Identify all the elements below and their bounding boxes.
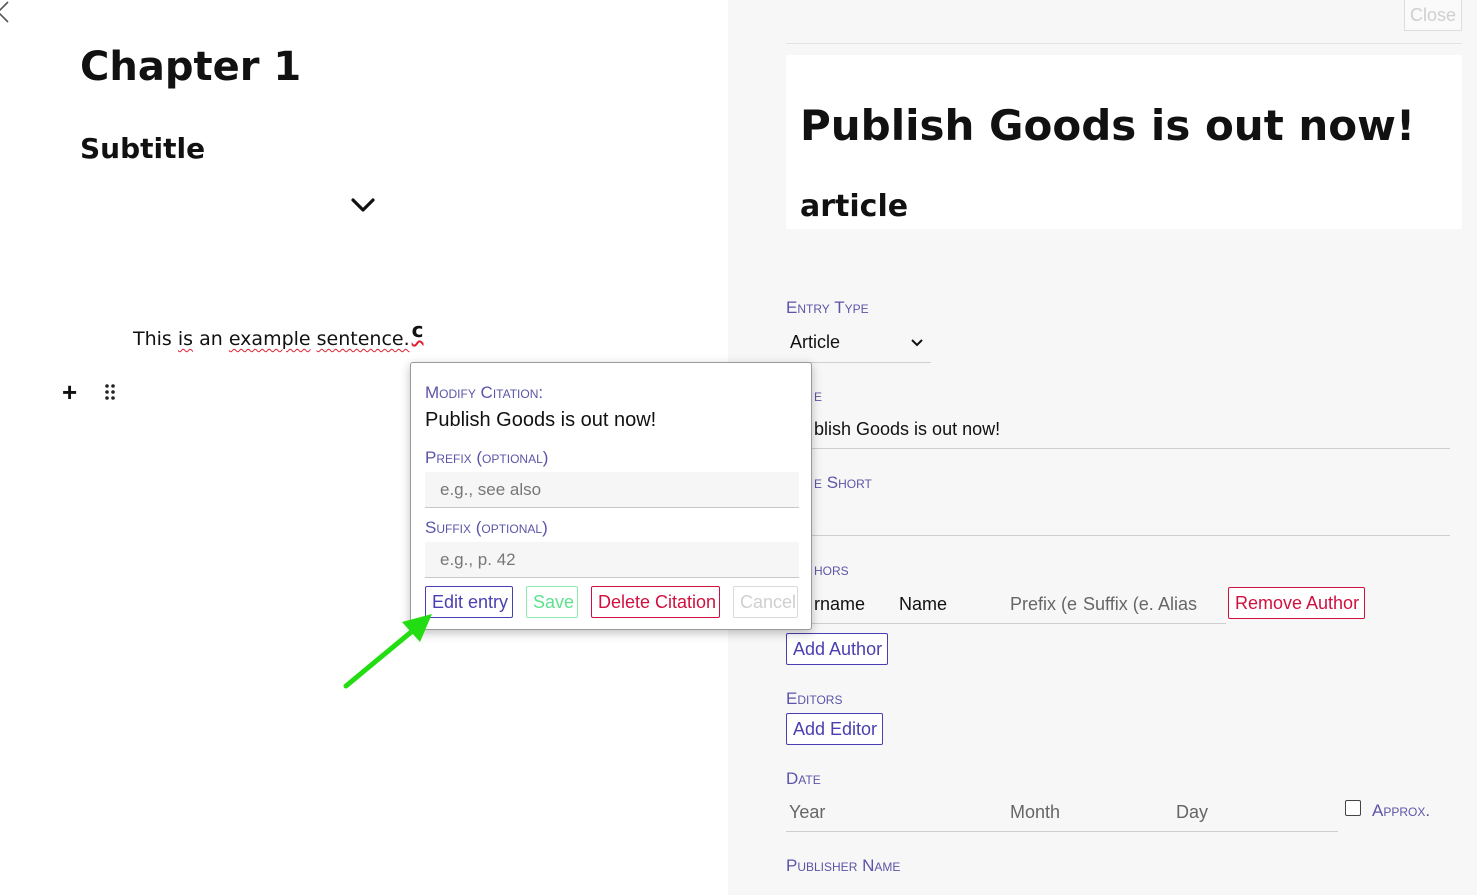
back-chevron-icon[interactable] bbox=[0, 0, 12, 24]
date-label: Date bbox=[786, 769, 821, 788]
modify-citation-popup: Modify Citation: Publish Goods is out no… bbox=[410, 362, 812, 630]
authors-label: hors bbox=[814, 560, 849, 579]
publisher-name-label: Publisher Name bbox=[786, 856, 901, 875]
title-short-field[interactable] bbox=[786, 535, 1450, 536]
citation-entry-title: Publish Goods is out now! bbox=[425, 409, 657, 431]
add-editor-button[interactable]: Add Editor bbox=[786, 713, 883, 745]
editors-label: Editors bbox=[786, 689, 843, 708]
sentence-text: This bbox=[133, 328, 178, 350]
bibliography-entry-panel: Close Publish Goods is out now! article … bbox=[728, 0, 1477, 895]
sentence-text: example bbox=[228, 328, 311, 350]
sentence-text: sentence. bbox=[316, 328, 410, 350]
prefix-label: Prefix (optional) bbox=[425, 448, 549, 467]
remove-author-button[interactable]: Remove Author bbox=[1228, 587, 1365, 619]
date-month-field[interactable]: Month bbox=[1010, 802, 1060, 823]
annotation-arrow-icon bbox=[343, 614, 432, 689]
title-field-underline bbox=[786, 448, 1450, 449]
close-button[interactable]: Close bbox=[1404, 0, 1462, 31]
delete-citation-button[interactable]: Delete Citation bbox=[591, 586, 720, 618]
add-block-plus-icon[interactable]: + bbox=[62, 379, 77, 405]
add-author-button[interactable]: Add Author bbox=[786, 633, 888, 665]
example-sentence[interactable]: This is an example sentence. c bbox=[133, 318, 424, 350]
entry-type-value: Article bbox=[790, 332, 841, 352]
author-alias-field[interactable]: Alias bbox=[1158, 594, 1197, 615]
author-fields-underline bbox=[786, 623, 1226, 624]
save-button[interactable]: Save bbox=[526, 586, 578, 618]
approx-label: Approx. bbox=[1372, 801, 1431, 820]
title-field[interactable]: blish Goods is out now! bbox=[814, 419, 1000, 440]
entry-preview: Publish Goods is out now! article bbox=[786, 55, 1462, 229]
title-short-label: e Short bbox=[814, 473, 872, 492]
divider bbox=[786, 43, 1462, 44]
sentence-text: is bbox=[177, 328, 194, 350]
date-fields-underline bbox=[786, 831, 1338, 832]
sentence-text: an bbox=[193, 328, 229, 350]
author-name-field[interactable]: Name bbox=[899, 594, 947, 615]
suffix-input[interactable] bbox=[425, 542, 799, 578]
citation-marker[interactable]: c bbox=[412, 318, 424, 342]
entry-type-label: Entry Type bbox=[786, 298, 869, 317]
date-year-field[interactable]: Year bbox=[789, 802, 825, 823]
chevron-down-icon[interactable] bbox=[349, 194, 377, 216]
popup-heading: Modify Citation: bbox=[425, 383, 544, 402]
cancel-button[interactable]: Cancel bbox=[733, 586, 798, 618]
chevron-down-icon bbox=[911, 339, 923, 347]
author-surname-field[interactable]: rname bbox=[814, 594, 865, 615]
prefix-input[interactable] bbox=[425, 472, 799, 508]
subtitle[interactable]: Subtitle bbox=[80, 132, 205, 165]
author-prefix-field[interactable]: Prefix (e bbox=[1010, 594, 1077, 615]
drag-handle-icon[interactable] bbox=[102, 382, 118, 402]
approx-checkbox[interactable] bbox=[1345, 800, 1361, 816]
suffix-label: Suffix (optional) bbox=[425, 518, 548, 537]
chapter-title[interactable]: Chapter 1 bbox=[80, 44, 301, 90]
preview-title: Publish Goods is out now! bbox=[800, 101, 1416, 150]
author-suffix-field[interactable]: Suffix (e. bbox=[1083, 594, 1154, 615]
title-label: e bbox=[814, 386, 823, 405]
entry-type-select[interactable]: Article bbox=[786, 326, 931, 363]
date-day-field[interactable]: Day bbox=[1176, 802, 1208, 823]
preview-entry-type: article bbox=[800, 189, 909, 224]
